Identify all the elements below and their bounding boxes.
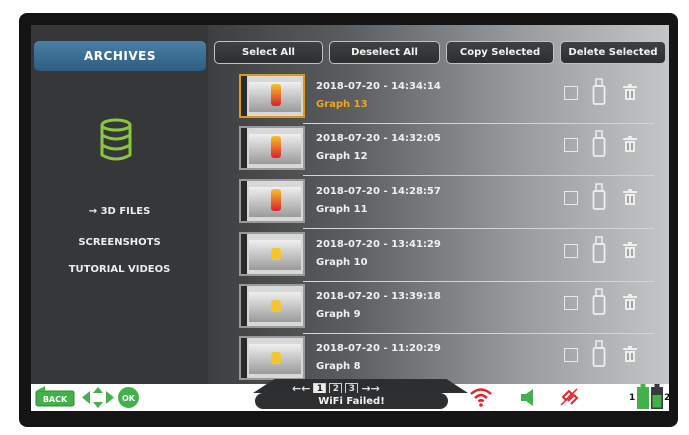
back-button[interactable]: BACK [35,386,75,409]
file-checkbox[interactable] [564,191,578,205]
speaker-icon[interactable] [520,389,538,406]
file-row[interactable]: 2018-07-20 - 14:34:14 Graph 13 [239,72,659,124]
file-row[interactable]: 2018-07-20 - 14:28:57 Graph 11 [239,177,659,229]
file-name: Graph 11 [316,204,368,215]
sidebar: ARCHIVES → 3D FILES SCREENSHOTS TUTORIAL… [31,25,208,384]
battery-1-label: 1 [629,393,636,403]
file-date: 2018-07-20 - 14:28:57 [316,186,441,197]
no-link-icon [560,388,579,406]
file-date: 2018-07-20 - 13:41:29 [316,239,441,250]
select-all-button[interactable]: Select All [214,41,323,64]
file-date: 2018-07-20 - 11:20:29 [316,343,441,354]
ok-button[interactable]: OK [117,386,140,409]
file-thumbnail[interactable] [239,74,305,118]
file-row[interactable]: 2018-07-20 - 13:39:18 Graph 9 [239,282,659,334]
delete-selected-button[interactable]: Delete Selected [560,41,666,64]
copy-selected-button[interactable]: Copy Selected [446,41,554,64]
file-date: 2018-07-20 - 14:34:14 [316,81,441,92]
file-name: Graph 13 [316,99,368,110]
database-icon [100,118,132,161]
usb-copy-icon[interactable] [592,78,606,106]
back-label: BACK [43,395,68,404]
file-thumbnail[interactable] [239,126,305,170]
usb-copy-icon[interactable] [592,130,606,158]
file-checkbox[interactable] [564,138,578,152]
file-row[interactable]: 2018-07-20 - 11:20:29 Graph 8 [239,334,659,384]
file-thumbnail[interactable] [239,232,305,276]
trash-icon[interactable] [623,242,637,258]
file-row[interactable]: 2018-07-20 - 13:41:29 Graph 10 [239,230,659,282]
trash-icon[interactable] [623,84,637,100]
trash-icon[interactable] [623,346,637,362]
trash-icon[interactable] [623,189,637,205]
archives-tab[interactable]: ARCHIVES [34,41,206,71]
usb-copy-icon[interactable] [592,340,606,368]
status-message: WiFi Failed! [255,393,448,409]
file-name: Graph 12 [316,151,368,162]
sidebar-item-tutorial-videos[interactable]: TUTORIAL VIDEOS [31,264,208,275]
file-name: Graph 8 [316,361,361,372]
file-name: Graph 10 [316,257,368,268]
screen: ARCHIVES → 3D FILES SCREENSHOTS TUTORIAL… [31,25,669,411]
usb-copy-icon[interactable] [592,236,606,264]
file-checkbox[interactable] [564,86,578,100]
file-name: Graph 9 [316,309,361,320]
file-row[interactable]: 2018-07-20 - 14:32:05 Graph 12 [239,124,659,176]
file-checkbox[interactable] [564,244,578,258]
usb-copy-icon[interactable] [592,288,606,316]
file-date: 2018-07-20 - 14:32:05 [316,133,441,144]
bottom-bar: BACK OK ←← 1 2 3 →→ WiFi Failed! 1 2 [31,379,669,411]
dpad-icon[interactable] [80,387,116,408]
deselect-all-button[interactable]: Deselect All [329,41,440,64]
file-checkbox[interactable] [564,296,578,310]
file-date: 2018-07-20 - 13:39:18 [316,291,441,302]
trash-icon[interactable] [623,294,637,310]
wifi-error-icon [470,388,492,407]
sidebar-item-screenshots[interactable]: SCREENSHOTS [31,237,208,248]
battery-2-label: 2 [664,393,669,403]
ok-label: OK [122,394,136,403]
battery-2-icon [651,384,663,409]
trash-icon[interactable] [623,136,637,152]
file-checkbox[interactable] [564,348,578,362]
device-frame: ARCHIVES → 3D FILES SCREENSHOTS TUTORIAL… [19,13,678,427]
file-thumbnail[interactable] [239,179,305,223]
battery-1-icon [637,384,649,409]
file-thumbnail[interactable] [239,284,305,328]
usb-copy-icon[interactable] [592,183,606,211]
sidebar-item-3d-files[interactable]: → 3D FILES [31,206,208,217]
file-thumbnail[interactable] [239,336,305,380]
